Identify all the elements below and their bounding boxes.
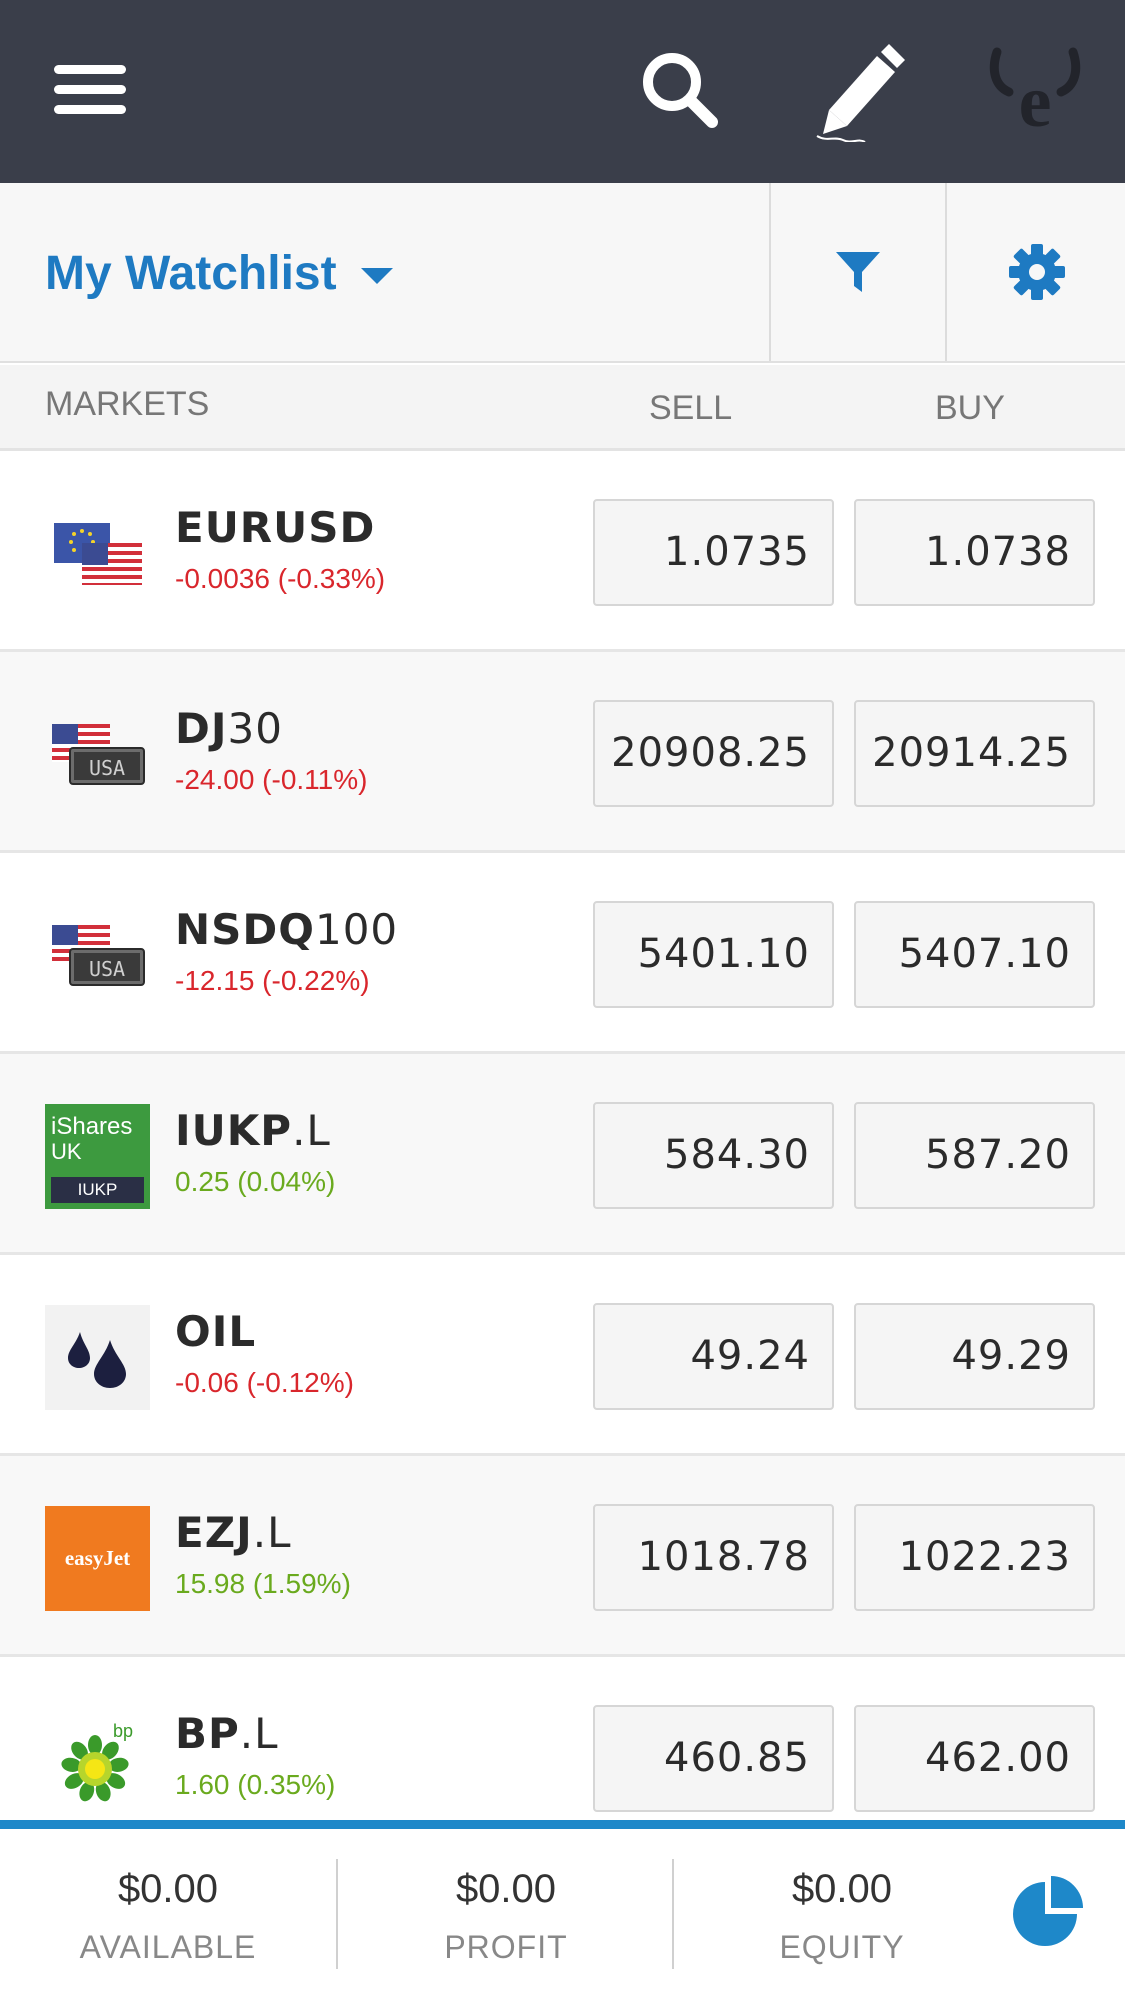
market-name: NSDQ100 bbox=[175, 905, 399, 954]
market-row-nsdq100[interactable]: USA NSDQ100 -12.15 (-0.22%) 5401.10 5407… bbox=[0, 853, 1125, 1054]
oil-drops-icon bbox=[45, 1305, 150, 1410]
market-row-ezj[interactable]: easyJet EZJ.L 15.98 (1.59%) 1018.78 1022… bbox=[0, 1456, 1125, 1657]
market-name: DJ30 bbox=[175, 704, 283, 753]
portfolio-button[interactable] bbox=[1005, 1874, 1085, 1954]
market-change: -12.15 (-0.22%) bbox=[175, 965, 370, 996]
market-list: EURUSD -0.0036 (-0.33%) 1.0735 1.0738 US… bbox=[0, 451, 1125, 1858]
ishares-logo: iShares UK IUKP bbox=[45, 1104, 150, 1209]
market-name: EZJ.L bbox=[175, 1508, 292, 1557]
sell-price-button[interactable]: 460.85 bbox=[593, 1705, 834, 1812]
edit-pencil-icon bbox=[816, 44, 905, 142]
buy-price-button[interactable]: 462.00 bbox=[854, 1705, 1095, 1812]
buy-price-button[interactable]: 20914.25 bbox=[854, 700, 1095, 807]
account-summary-bar: $0.00 AVAILABLE $0.00 PROFIT $0.00 EQUIT… bbox=[0, 1820, 1125, 2001]
available-summary[interactable]: $0.00 AVAILABLE bbox=[0, 1829, 336, 2001]
usa-flag-icon: USA bbox=[45, 702, 150, 807]
etoro-logo-icon: e bbox=[989, 47, 1081, 138]
buy-column-label: BUY bbox=[935, 389, 1005, 427]
easyjet-logo: easyJet bbox=[45, 1506, 150, 1611]
market-name: IUKP.L bbox=[175, 1106, 331, 1155]
market-row-eurusd[interactable]: EURUSD -0.0036 (-0.33%) 1.0735 1.0738 bbox=[0, 451, 1125, 652]
sell-column-label: SELL bbox=[649, 389, 733, 427]
buy-price-button[interactable]: 587.20 bbox=[854, 1102, 1095, 1209]
svg-text:USA: USA bbox=[88, 756, 124, 780]
top-app-bar: e bbox=[0, 0, 1125, 183]
eu-us-flags-icon bbox=[45, 501, 150, 606]
svg-text:e: e bbox=[1019, 61, 1052, 138]
column-header: MARKETS SELL BUY bbox=[0, 365, 1125, 451]
header-divider bbox=[945, 183, 947, 361]
equity-amount: $0.00 bbox=[791, 1867, 893, 1911]
filter-icon bbox=[836, 252, 880, 292]
usa-flag-icon: USA bbox=[45, 903, 150, 1008]
bp-logo: bp bbox=[45, 1707, 150, 1812]
market-row-dj30[interactable]: USA DJ30 -24.00 (-0.11%) 20908.25 20914.… bbox=[0, 652, 1125, 853]
menu-icon bbox=[54, 65, 126, 114]
market-change: 15.98 (1.59%) bbox=[175, 1568, 351, 1599]
edit-button[interactable] bbox=[795, 40, 915, 142]
caret-down-icon bbox=[360, 268, 393, 284]
market-name: EURUSD bbox=[175, 503, 376, 552]
buy-price-button[interactable]: 1022.23 bbox=[854, 1504, 1095, 1611]
sell-price-button[interactable]: 5401.10 bbox=[593, 901, 834, 1008]
search-icon bbox=[643, 53, 718, 128]
buy-price-button[interactable]: 1.0738 bbox=[854, 499, 1095, 606]
watchlist-title: My Watchlist bbox=[45, 246, 337, 300]
profit-label: PROFIT bbox=[444, 1929, 568, 1965]
sell-price-button[interactable]: 49.24 bbox=[593, 1303, 834, 1410]
equity-label: EQUITY bbox=[779, 1929, 905, 1965]
sell-price-button[interactable]: 584.30 bbox=[593, 1102, 834, 1209]
buy-price-button[interactable]: 49.29 bbox=[854, 1303, 1095, 1410]
menu-button[interactable] bbox=[40, 40, 140, 140]
market-change: 0.25 (0.04%) bbox=[175, 1166, 336, 1197]
etoro-logo-button[interactable]: e bbox=[975, 40, 1095, 140]
watchlist-header: My Watchlist bbox=[0, 183, 1125, 363]
watchlist-selector[interactable]: My Watchlist bbox=[45, 183, 393, 363]
filter-button[interactable] bbox=[772, 183, 944, 361]
header-divider bbox=[769, 183, 771, 361]
available-amount: $0.00 bbox=[117, 1867, 219, 1911]
svg-text:USA: USA bbox=[88, 957, 124, 981]
market-name: BP.L bbox=[175, 1709, 279, 1758]
sell-price-button[interactable]: 20908.25 bbox=[593, 700, 834, 807]
profit-summary[interactable]: $0.00 PROFIT bbox=[338, 1829, 674, 2001]
search-button[interactable] bbox=[625, 40, 735, 140]
profit-amount: $0.00 bbox=[455, 1867, 557, 1911]
market-change: -0.0036 (-0.33%) bbox=[175, 563, 386, 594]
available-label: AVAILABLE bbox=[79, 1929, 257, 1965]
market-row-oil[interactable]: OIL -0.06 (-0.12%) 49.24 49.29 bbox=[0, 1255, 1125, 1456]
markets-column-label: MARKETS bbox=[45, 385, 210, 423]
gear-icon bbox=[1008, 244, 1065, 300]
sell-price-button[interactable]: 1.0735 bbox=[593, 499, 834, 606]
buy-price-button[interactable]: 5407.10 bbox=[854, 901, 1095, 1008]
settings-button[interactable] bbox=[948, 183, 1125, 361]
sell-price-button[interactable]: 1018.78 bbox=[593, 1504, 834, 1611]
equity-summary[interactable]: $0.00 EQUITY bbox=[674, 1829, 1010, 2001]
market-change: -24.00 (-0.11%) bbox=[175, 764, 368, 795]
market-change: -0.06 (-0.12%) bbox=[175, 1367, 354, 1398]
market-row-iukp[interactable]: iShares UK IUKP IUKP.L 0.25 (0.04%) 584.… bbox=[0, 1054, 1125, 1255]
svg-text:bp: bp bbox=[112, 1721, 132, 1741]
market-name: OIL bbox=[175, 1307, 257, 1356]
pie-chart-icon bbox=[1013, 1876, 1083, 1946]
market-change: 1.60 (0.35%) bbox=[175, 1769, 336, 1800]
